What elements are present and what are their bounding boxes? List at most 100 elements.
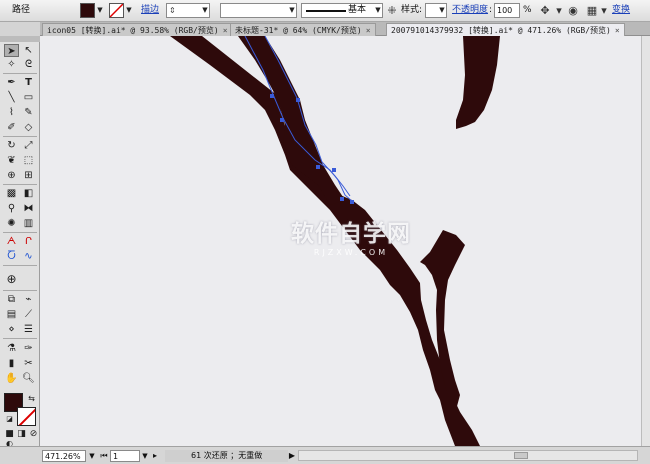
close-icon[interactable]: × [615,26,620,35]
divider [3,184,37,185]
direct-selection-icon[interactable]: ↖ [21,44,36,57]
tab-current-document[interactable]: 200791014379932 [转换].ai* @ 471.26% (RGB/… [386,23,625,36]
circle-icon[interactable]: ◉ [566,3,580,18]
tab-label: 未标题-31* @ 64% (CMYK/预览) [235,26,362,35]
symbol-sprayer-icon[interactable]: ✺ [4,217,19,230]
style-dropdown[interactable]: ▼ [425,3,447,18]
close-icon[interactable]: × [223,26,228,35]
close-icon[interactable]: × [366,26,371,35]
type-icon[interactable]: T [21,76,36,89]
gradient-icon[interactable]: ◧ [21,187,36,200]
stroke-weight-field[interactable]: ⇕ ▼ [166,3,210,18]
curvature-icon[interactable]: Ր [21,235,36,248]
knife-icon[interactable]: ⟋ [21,308,36,321]
watermark-url: RJZXW.COM [313,248,389,257]
smooth-icon[interactable]: ∿ [21,250,36,263]
width-icon[interactable]: ᗅ [4,235,19,248]
reshape-icon[interactable]: ⋄ [4,323,19,336]
rotate-icon[interactable]: ↻ [4,139,19,152]
eraser-icon[interactable]: ◇ [21,121,36,134]
chevron-down-icon[interactable]: ▼ [201,3,209,18]
document-tabs: icon05 [转换].ai* @ 93.58% (RGB/预览) × 未标题-3… [40,22,650,36]
table-icon[interactable]: ▤ [4,308,19,321]
horizontal-scrollbar[interactable] [298,450,638,461]
opacity-input[interactable]: 100 [494,3,520,18]
first-artboard-icon[interactable]: ⏮ [100,450,108,462]
divider [3,73,37,74]
chevron-down-icon[interactable]: ▼ [140,450,150,462]
scale-icon[interactable]: ⤢ [21,139,36,152]
slice-icon[interactable]: ⌁ [21,293,36,306]
chevron-down-icon[interactable]: ▼ [374,3,382,18]
variable-width-dropdown[interactable]: ▼ [220,3,297,18]
stroke-link[interactable]: 描边 [141,3,159,18]
chevron-down-icon[interactable]: ▾ [552,3,566,18]
toolbox-grip[interactable] [0,36,40,42]
lasso-icon[interactable]: ᘓ [21,58,36,71]
selection-icon[interactable]: ➤ [4,44,19,57]
shape-builder-icon[interactable]: ⊕ [4,169,19,182]
fill-swatch[interactable] [80,3,95,18]
chevron-down-icon[interactable]: ▼ [96,3,104,18]
pen-icon[interactable]: ✒ [4,76,19,89]
eyedropper-icon[interactable]: ⚗ [4,342,19,355]
brush-dropdown[interactable]: 基本 ▼ [301,3,383,18]
stepper-icon[interactable]: ⇕ [169,4,176,17]
artboard-icon[interactable]: ⧉ [4,293,19,306]
free-transform-icon[interactable]: ⬚ [21,154,36,167]
measure-icon[interactable]: ✑ [21,342,36,355]
chevron-down-icon[interactable]: ▼ [288,3,296,18]
perspective-icon[interactable]: ⊞ [21,169,36,182]
blob-brush-icon[interactable]: ✐ [4,121,19,134]
tab-icon05[interactable]: icon05 [转换].ai* @ 93.58% (RGB/预览) × [42,23,233,36]
bar-graph-icon[interactable]: ▮ [4,357,19,370]
stroke-color-swatch[interactable] [17,407,36,426]
opacity-unit: % [523,5,532,15]
recolor-icon[interactable]: ✥ [538,3,552,18]
undo-status: 61 次还原 ；无重做 [165,450,288,462]
paintbrush-icon[interactable]: ⌇ [4,106,19,119]
artboard-canvas[interactable]: 软件自学网 RJZXW.COM [40,36,641,446]
next-artboard-icon[interactable]: ▸ [150,450,160,462]
blend-icon[interactable]: ⧓ [21,202,36,215]
column-graph-icon[interactable]: ▥ [21,217,36,230]
line-icon[interactable]: ╲ [4,91,19,104]
hand-icon[interactable]: ✋ [4,372,19,385]
list-icon[interactable]: ☰ [21,323,36,336]
zoom-icon[interactable]: 🔍︎ [21,372,36,385]
status-bar: 471.26% ▼ ⏮ 1 ▼ ▸ 61 次还原 ；无重做 ▶ [0,446,650,464]
chevron-down-icon[interactable]: ▼ [125,3,133,18]
default-colors-icon[interactable]: ◪ [2,413,17,426]
magic-wand-icon[interactable]: ✧ [4,58,19,71]
pencil-icon[interactable]: ✎ [21,106,36,119]
style-label: 样式 [401,5,420,15]
upper-blade-shape [238,36,345,205]
mesh-icon[interactable]: ▩ [4,187,19,200]
stroke-swatch[interactable] [109,3,124,18]
transform-link[interactable]: 变换 [612,3,630,18]
vertical-scrollbar[interactable] [641,36,650,446]
toolbox: ➤ ↖ ✧ ᘓ ✒ T ╲ ▭ ⌇ ✎ ✐ ◇ ↻ ⤢ ❦ ⬚ ⊕ ⊞ ▩ ◧ … [0,36,41,448]
tab-untitled-31[interactable]: 未标题-31* @ 64% (CMYK/预览) × [230,23,376,36]
style-colon: : [419,5,423,15]
opacity-link[interactable]: 不透明度 [452,3,488,18]
top-right-stroke-shape [456,36,500,129]
chevron-down-icon[interactable]: ▼ [87,450,97,462]
artboard-field[interactable]: 1 [110,450,140,462]
warp-icon[interactable]: ❦ [4,154,19,167]
status-menu-icon[interactable]: ▶ [288,450,296,462]
chevron-down-icon[interactable]: ▾ [597,3,611,18]
zoom-field[interactable]: 471.26% [42,450,86,462]
rectangle-icon[interactable]: ▭ [21,91,36,104]
brush-options-icon[interactable]: ⁜ [385,3,399,18]
scrollbar-thumb[interactable] [514,452,528,459]
anchor-icon[interactable]: Ⴀ [4,250,19,263]
eyedropper-icon[interactable]: ⚲ [4,202,19,215]
chevron-down-icon[interactable]: ▼ [438,3,446,18]
divider [3,265,37,266]
none-mode-icon[interactable]: ⊘ [26,428,41,441]
scissors-icon[interactable]: ✂ [21,357,36,370]
crosshair-icon[interactable]: ⊕ [4,273,19,286]
swap-icon[interactable]: ⇆ [24,392,39,405]
divider [3,136,37,137]
